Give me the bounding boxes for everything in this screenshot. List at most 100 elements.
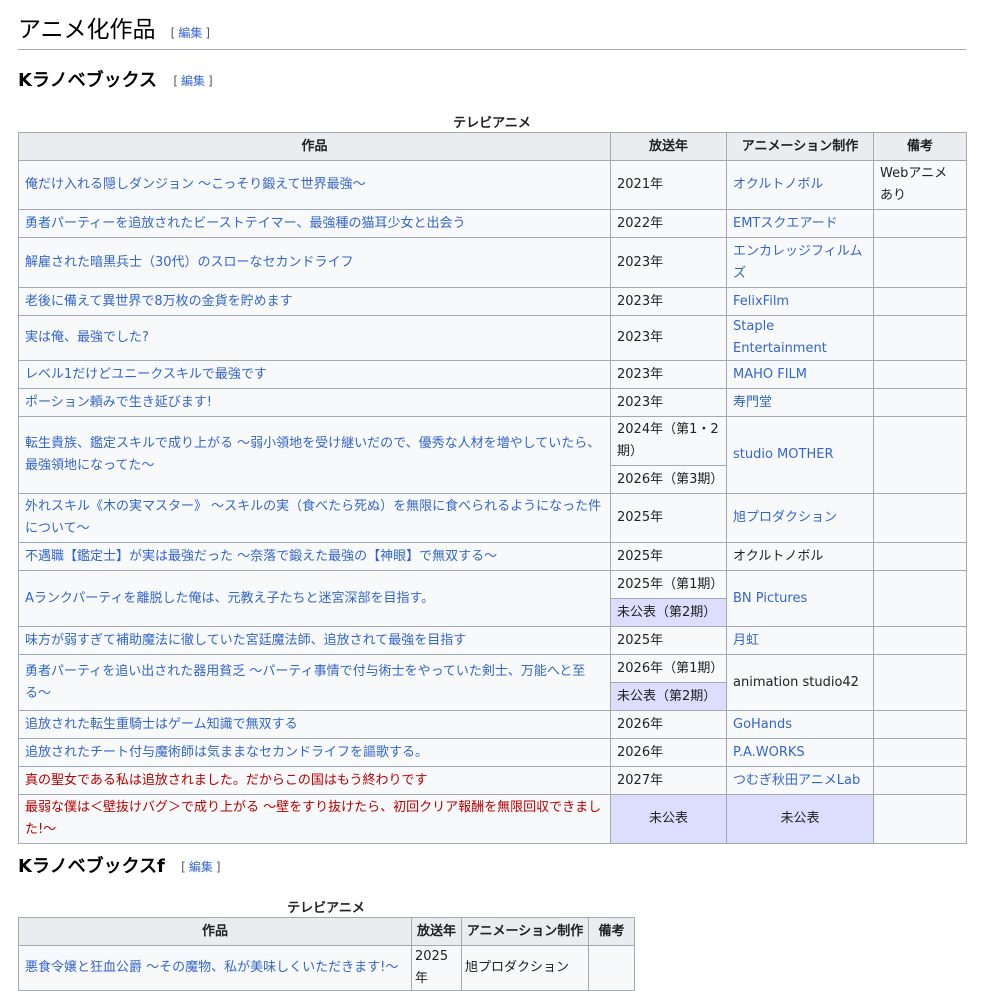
table-row: 勇者パーティを追い出された器用貧乏 〜パーティ事情で付与術士をやっていた剣士、万… (18, 654, 967, 711)
table-caption: テレビアニメ (287, 901, 365, 916)
studio-link[interactable]: FelixFilm (733, 294, 789, 309)
studio-link[interactable]: エンカレッジフィルムズ (733, 244, 862, 281)
studio-cell: 旭プロダクション (461, 945, 589, 991)
note-cell (873, 315, 967, 361)
work-title-link[interactable]: 悪食令嬢と狂血公爵 〜その魔物、私が美味しくいただきます!〜 (25, 960, 398, 975)
col-header-studio: アニメーション制作 (726, 132, 874, 161)
studio-link[interactable]: P.A.WORKS (733, 745, 805, 760)
subsection-title: Kラノベブックスf (18, 856, 165, 877)
table-row: 不遇職【鑑定士】が実は最強だった 〜奈落で鍛えた最強の【神眼】で無双する〜 20… (18, 542, 967, 571)
col-header-year: 放送年 (411, 917, 462, 946)
col-header-title: 作品 (18, 132, 611, 161)
work-title-redlink[interactable]: 真の聖女である私は追放されました。だからこの国はもう終わりです (25, 773, 427, 788)
studio-link[interactable]: オクルトノボル (733, 177, 823, 192)
note-cell (873, 626, 967, 655)
work-title-link[interactable]: 外れスキル《木の実マスター》 〜スキルの実（食べたら死ぬ）を無限に食べられるよう… (25, 499, 601, 536)
year-cell: 2023年 (610, 287, 727, 316)
anime-table: 作品 放送年 アニメーション制作 備考 俺だけ入れる隠しダンジョン 〜こっそり鍛… (18, 132, 967, 844)
studio-link[interactable]: 寿門堂 (733, 395, 772, 410)
year-cell: 2024年（第1・2期） (610, 416, 727, 466)
anime-table-f: 作品 放送年 アニメーション制作 備考 悪食令嬢と狂血公爵 〜その魔物、私が美味… (18, 917, 635, 991)
table-row: 解雇された暗黒兵士（30代）のスローなセカンドライフ 2023年 エンカレッジフ… (18, 237, 967, 288)
year-cell: 2027年 (610, 766, 727, 795)
year-cell: 2026年 (610, 710, 727, 739)
table-row: Aランクパーティを離脱した俺は、元教え子たちと迷宮深部を目指す。 2025年（第… (18, 570, 967, 627)
year-cell: 2023年 (610, 237, 727, 288)
work-title-link[interactable]: 追放されたチート付与魔術師は気ままなセカンドライフを謳歌する。 (25, 745, 428, 760)
subsection-edit-link[interactable]: 編集 (181, 74, 205, 88)
subsection-title: Kラノベブックス (18, 70, 158, 91)
table-row: 真の聖女である私は追放されました。だからこの国はもう終わりです 2027年 つむ… (18, 766, 967, 795)
note-cell (873, 570, 967, 627)
studio-link[interactable]: GoHands (733, 717, 792, 732)
work-title-link[interactable]: レベル1だけどユニークスキルで最強です (25, 367, 267, 382)
studio-cell: オクルトノボル (726, 542, 874, 571)
year-cell: 2025年（第1期） (610, 570, 727, 599)
work-title-link[interactable]: 転生貴族、鑑定スキルで成り上がる 〜弱小領地を受け継いだので、優秀な人材を増やし… (25, 436, 600, 473)
work-title-link[interactable]: 実は俺、最強でした? (25, 330, 149, 345)
year-cell: 2021年 (610, 160, 727, 210)
section-edit-link[interactable]: 編集 (178, 26, 202, 40)
subsection-heading-1: Kラノベブックス [編集] (18, 68, 213, 94)
year-cell: 2023年 (610, 315, 727, 361)
section-title: アニメ化作品 (18, 17, 156, 43)
table-row: 老後に備えて異世界で8万枚の金貨を貯めます 2023年 FelixFilm (18, 287, 967, 316)
year-cell: 2025年 (610, 626, 727, 655)
work-title-link[interactable]: 解雇された暗黒兵士（30代）のスローなセカンドライフ (25, 255, 354, 270)
studio-cell: animation studio42 (726, 654, 874, 711)
table-row: ポーション頼みで生き延びます! 2023年 寿門堂 (18, 388, 967, 417)
studio-link[interactable]: BN Pictures (733, 591, 807, 606)
table-row: レベル1だけどユニークスキルで最強です 2023年 MAHO FILM (18, 360, 967, 389)
studio-cell-tba: 未公表 (726, 794, 874, 844)
year-cell-tba: 未公表（第2期） (610, 682, 727, 711)
studio-link[interactable]: EMTスクエアード (733, 216, 838, 231)
table-row: 味方が弱すぎて補助魔法に徹していた宮廷魔法師、追放されて最強を目指す 2025年… (18, 626, 967, 655)
studio-link[interactable]: MAHO FILM (733, 367, 807, 382)
note-cell (873, 766, 967, 795)
work-title-link[interactable]: 俺だけ入れる隠しダンジョン 〜こっそり鍛えて世界最強〜 (25, 177, 366, 192)
section-heading: アニメ化作品 [編集] (18, 14, 966, 50)
note-cell (588, 945, 635, 991)
table-row: 転生貴族、鑑定スキルで成り上がる 〜弱小領地を受け継いだので、優秀な人材を増やし… (18, 416, 967, 494)
subsection-heading-2: Kラノベブックスf [編集] (18, 854, 221, 880)
note-cell (873, 360, 967, 389)
year-cell-tba: 未公表（第2期） (610, 598, 727, 627)
note-cell (873, 493, 967, 543)
work-title-link[interactable]: 勇者パーティーを追放されたビーストテイマー、最強種の猫耳少女と出会う (25, 216, 465, 231)
note-cell (873, 388, 967, 417)
work-title-link[interactable]: 味方が弱すぎて補助魔法に徹していた宮廷魔法師、追放されて最強を目指す (25, 633, 466, 648)
table-row: 追放された転生重騎士はゲーム知識で無双する 2026年 GoHands (18, 710, 967, 739)
work-title-link[interactable]: 追放された転生重騎士はゲーム知識で無双する (25, 717, 298, 732)
studio-link[interactable]: Staple Entertainment (733, 319, 827, 356)
studio-link[interactable]: つむぎ秋田アニメLab (733, 773, 860, 788)
table-row: 最弱な僕は＜壁抜けバグ＞で成り上がる 〜壁をすり抜けたら、初回クリア報酬を無限回… (18, 794, 967, 844)
year-cell: 2022年 (610, 209, 727, 238)
table-row: 悪食令嬢と狂血公爵 〜その魔物、私が美味しくいただきます!〜 2025年 旭プロ… (18, 945, 635, 991)
table-caption: テレビアニメ (453, 116, 531, 131)
note-cell (873, 542, 967, 571)
year-cell: 2025年 (610, 493, 727, 543)
studio-link[interactable]: studio MOTHER (733, 447, 833, 462)
note-cell: Webアニメあり (873, 160, 967, 210)
table-header-row: 作品 放送年 アニメーション制作 備考 (18, 917, 635, 946)
work-title-link[interactable]: 老後に備えて異世界で8万枚の金貨を貯めます (25, 294, 293, 309)
note-cell (873, 287, 967, 316)
note-cell (873, 710, 967, 739)
table-row: 実は俺、最強でした? 2023年 Staple Entertainment (18, 315, 967, 361)
year-cell-tba: 未公表 (610, 794, 727, 844)
studio-link[interactable]: 月虹 (733, 633, 759, 648)
work-title-redlink[interactable]: 最弱な僕は＜壁抜けバグ＞で成り上がる 〜壁をすり抜けたら、初回クリア報酬を無限回… (25, 800, 601, 837)
note-cell (873, 794, 967, 844)
note-cell (873, 209, 967, 238)
note-cell (873, 654, 967, 711)
work-title-link[interactable]: Aランクパーティを離脱した俺は、元教え子たちと迷宮深部を目指す。 (25, 591, 434, 606)
subsection-edit: [編集] (173, 74, 213, 88)
work-title-link[interactable]: 勇者パーティを追い出された器用貧乏 〜パーティ事情で付与術士をやっていた剣士、万… (25, 664, 585, 701)
col-header-title: 作品 (18, 917, 412, 946)
year-cell: 2023年 (610, 360, 727, 389)
subsection-edit-link[interactable]: 編集 (189, 860, 213, 874)
work-title-link[interactable]: 不遇職【鑑定士】が実は最強だった 〜奈落で鍛えた最強の【神眼】で無双する〜 (25, 549, 497, 564)
studio-link[interactable]: 旭プロダクション (733, 510, 837, 525)
year-cell: 2023年 (610, 388, 727, 417)
work-title-link[interactable]: ポーション頼みで生き延びます! (25, 395, 212, 410)
